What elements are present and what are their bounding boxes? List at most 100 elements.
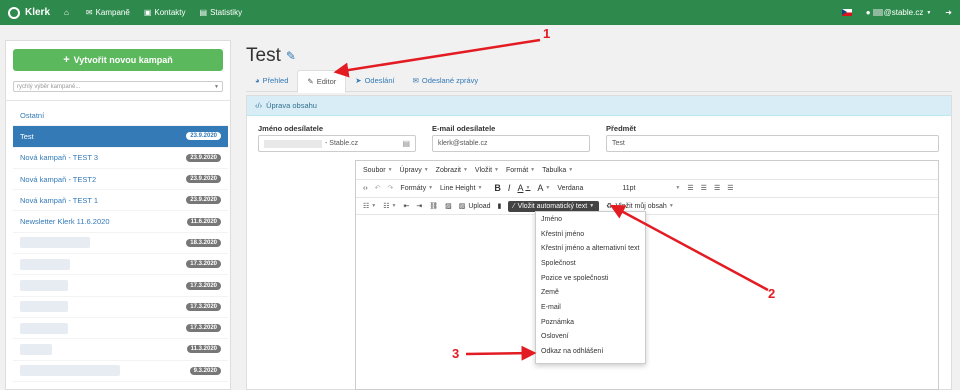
user-menu[interactable]: ● @stable.cz ▼ (866, 8, 932, 17)
dropdown-item-country[interactable]: Země (536, 285, 645, 300)
align-right-icon[interactable]: ☰ (714, 184, 720, 192)
campaign-item[interactable]: 17.3.2020 (13, 275, 228, 297)
text-color-icon[interactable]: A ▼ (517, 183, 530, 193)
paste-icon[interactable]: ▮ (498, 202, 502, 210)
annotation-marker-3: 3 (452, 346, 460, 361)
tab-send[interactable]: ➤ Odeslání (346, 70, 403, 91)
caret-icon: ▼ (428, 185, 434, 191)
sender-name-label: Jméno odesílatele (258, 124, 324, 133)
campaign-item[interactable]: 18.3.2020 (13, 233, 228, 255)
nav-item-statistics[interactable]: ▤ Statistiky (200, 8, 243, 17)
menu-table[interactable]: Tabulka ▼ (542, 167, 573, 174)
campaign-item[interactable]: 17.3.2020 (13, 318, 228, 340)
top-navbar: Klerk ⌂ ✉ Kampaně ▣ Kontakty ▤ Statistik… (0, 0, 960, 25)
campaign-item[interactable]: Nová kampaň - TEST2 23.9.2020 (13, 169, 228, 191)
sender-name-field[interactable]: - Stable.cz ▤ (258, 135, 416, 152)
annotation-marker-2: 2 (768, 286, 776, 301)
editor-toolbar-1: ‹› ↶ ↷ Formáty ▼ Line Height ▼ B I A ▼ A ▼ V… (356, 179, 938, 197)
dropdown-item-first-name[interactable]: Jméno (536, 212, 645, 227)
font-label: Verdana (557, 184, 584, 192)
campaign-item[interactable]: 9.3.2020 (13, 361, 228, 382)
image-icon[interactable]: ▨ (445, 202, 452, 210)
campaign-item[interactable]: Newsletter Klerk 11.6.2020 11.6.2020 (13, 211, 228, 233)
campaign-item[interactable]: 17.3.2020 (13, 254, 228, 276)
campaign-sidebar: + Vytvořit novou kampaň rychlý výběr kam… (5, 40, 231, 390)
upload-button[interactable]: ▨ Upload (459, 202, 491, 211)
subject-value: Test (612, 140, 625, 147)
pie-icon: ◕ (255, 76, 260, 85)
campaign-item[interactable]: Test 23.9.2020 (13, 126, 228, 148)
redacted-campaign-name (20, 237, 90, 249)
campaign-name: Ostatní (20, 110, 45, 120)
formats-label: Formáty (400, 184, 427, 192)
dropdown-item-unsubscribe-link[interactable]: Odkaz na odhlášení (536, 344, 645, 359)
menu-file[interactable]: Soubor ▼ (363, 167, 393, 174)
redo-icon[interactable]: ↷ (388, 184, 394, 192)
bold-icon[interactable]: B (494, 183, 501, 193)
campaign-item[interactable]: 17.3.2020 (13, 297, 228, 318)
dropdown-item-given-name[interactable]: Křestní jméno (536, 227, 645, 242)
logout-icon[interactable]: ➜ (945, 8, 952, 17)
source-code-icon[interactable]: ‹› (363, 185, 368, 192)
panel-title: Úprava obsahu (266, 101, 317, 110)
dropdown-item-email[interactable]: E-mail (536, 300, 645, 315)
wysiwyg-editor[interactable]: Soubor ▼ Úpravy ▼ Zobrazit ▼ Vložit ▼ Formát… (355, 160, 939, 390)
campaign-item[interactable]: Ostatní (13, 105, 228, 127)
numbered-list-icon[interactable]: ☷ ▼ (383, 202, 396, 210)
align-center-icon[interactable]: ☰ (701, 184, 707, 192)
redacted-username (872, 9, 883, 16)
caret-icon: ▼ (387, 167, 393, 173)
menu-insert[interactable]: Vložit ▼ (475, 167, 499, 174)
insert-auto-text-button[interactable]: ⁄ Vložit automatický text ▼ (508, 200, 600, 212)
menu-format[interactable]: Formát ▼ (506, 167, 535, 174)
font-family-dropdown[interactable]: Verdana (557, 185, 615, 192)
nav-item-contacts[interactable]: ▣ Kontakty (144, 8, 186, 17)
home-icon: ⌂ (64, 8, 69, 17)
bullet-list-icon[interactable]: ☷ ▼ (363, 202, 376, 210)
campaign-item[interactable]: 11.3.2020 (13, 339, 228, 361)
outdent-icon[interactable]: ⇤ (403, 202, 409, 210)
menu-edit[interactable]: Úpravy ▼ (400, 167, 429, 174)
tab-sent-messages[interactable]: ✉ Odeslané zprávy (404, 70, 488, 91)
campaign-item[interactable]: Nová kampaň - TEST 1 23.9.2020 (13, 190, 228, 212)
caret-icon: ▼ (545, 185, 551, 191)
dropdown-item-company[interactable]: Společnost (536, 256, 645, 271)
dropdown-item-salutation[interactable]: Oslovení (536, 330, 645, 345)
italic-icon[interactable]: I (508, 183, 511, 193)
envelope-icon: ✉ (412, 76, 419, 85)
campaign-date-badge: 23.9.2020 (186, 175, 221, 184)
font-size-dropdown[interactable]: 11pt ▼ (622, 185, 680, 192)
insert-my-content-button[interactable]: ♻ Vložit můj obsah ▼ (606, 202, 674, 211)
new-campaign-button[interactable]: + Vytvořit novou kampaň (13, 49, 223, 71)
sender-email-field[interactable]: klerk@stable.cz (432, 135, 590, 152)
tab-overview[interactable]: ◕ Přehled (246, 70, 297, 91)
dropdown-item-note[interactable]: Poznámka (536, 315, 645, 330)
plus-icon: + (63, 54, 70, 66)
campaign-date-badge: 23.9.2020 (186, 196, 221, 205)
link-icon[interactable]: ⛓ (429, 202, 438, 210)
brand[interactable]: Klerk (8, 6, 50, 19)
czech-flag-icon[interactable] (841, 9, 852, 16)
tab-editor[interactable]: ✎ Editor (297, 70, 347, 93)
home-link[interactable]: ⌂ (64, 8, 72, 17)
undo-icon[interactable]: ↶ (375, 184, 381, 192)
campaign-item[interactable]: Nová kampaň - TEST 3 23.9.2020 (13, 148, 228, 169)
edit-title-pencil-icon[interactable]: ✎ (286, 49, 296, 63)
quick-campaign-select[interactable]: rychlý výběr kampaně... ▼ (13, 81, 223, 92)
indent-icon[interactable]: ⇥ (416, 202, 422, 210)
nav-label: Statistiky (210, 8, 243, 17)
pencil-icon: ✎ (307, 77, 314, 86)
subject-field[interactable]: Test (606, 135, 939, 152)
align-left-icon[interactable]: ☰ (687, 184, 693, 192)
dropdown-item-position[interactable]: Pozice ve společnosti (536, 271, 645, 286)
panel-header: ‹/› Úprava obsahu (247, 96, 951, 116)
redacted-campaign-name (20, 301, 68, 313)
formats-dropdown[interactable]: Formáty ▼ (400, 185, 433, 192)
align-justify-icon[interactable]: ☰ (727, 184, 733, 192)
background-color-icon[interactable]: A ▼ (537, 183, 550, 193)
line-height-dropdown[interactable]: Line Height ▼ (440, 185, 482, 192)
subject-label: Předmět (606, 124, 637, 133)
nav-item-campaigns[interactable]: ✉ Kampaně (86, 8, 130, 17)
menu-view[interactable]: Zobrazit ▼ (436, 167, 468, 174)
dropdown-item-given-name-alt[interactable]: Křestní jméno a alternativní text (536, 241, 645, 256)
